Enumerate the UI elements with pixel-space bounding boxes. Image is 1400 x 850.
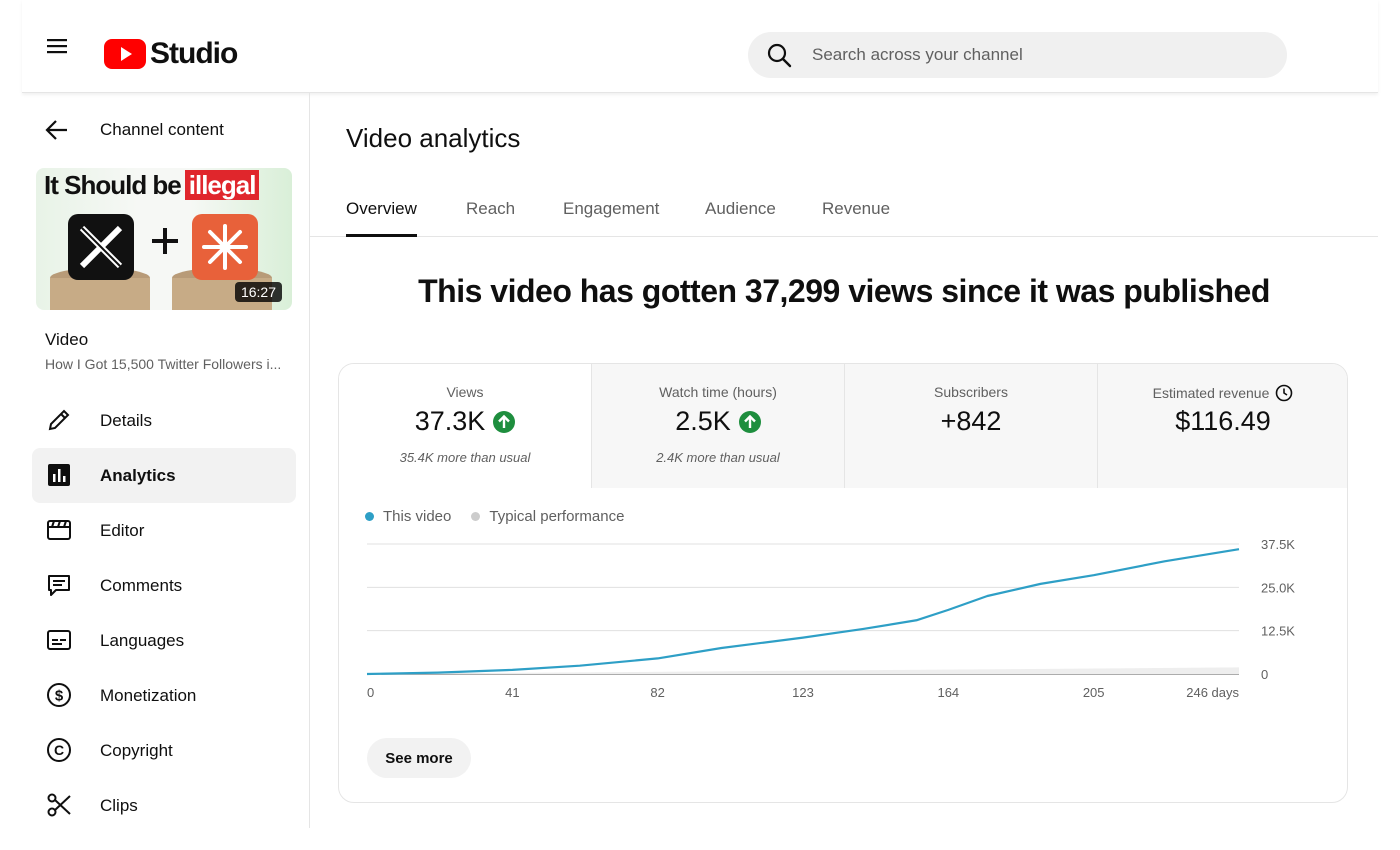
video-title: How I Got 15,500 Twitter Followers i... bbox=[45, 356, 282, 372]
views-line-chart: 37.5K 25.0K 12.5K 0 0 41 82 123 164 205 246 days bbox=[366, 537, 1295, 700]
metric-value: $116.49 bbox=[1175, 406, 1271, 436]
metric-label: Views bbox=[446, 384, 484, 400]
sidebar-item-monetization[interactable]: $ Monetization bbox=[32, 668, 296, 723]
analytics-icon bbox=[48, 464, 70, 486]
x-tick-label: 205 bbox=[1083, 685, 1105, 700]
y-tick-label: 0 bbox=[1261, 667, 1268, 682]
metric-value: +842 bbox=[940, 406, 1002, 436]
back-label: Channel content bbox=[100, 120, 224, 139]
video-thumbnail[interactable]: It Should be illegal 16:27 bbox=[36, 168, 292, 310]
trend-up-icon bbox=[738, 410, 761, 433]
metric-label: Estimated revenue bbox=[1098, 384, 1347, 402]
sidebar-item-languages[interactable]: Languages bbox=[32, 613, 296, 668]
scissors-icon bbox=[47, 793, 71, 817]
studio-logo[interactable]: Studio bbox=[104, 34, 238, 74]
x-tick-label: 246 days bbox=[1186, 685, 1239, 700]
pencil-icon bbox=[48, 409, 70, 431]
search-input[interactable] bbox=[812, 32, 1272, 78]
this-video-line bbox=[366, 548, 1240, 676]
main-content: Video analytics Overview Reach Engagemen… bbox=[310, 93, 1378, 850]
metric-watch-time[interactable]: Watch time (hours) 2.5K 2.4K more than u… bbox=[592, 364, 845, 488]
clock-icon bbox=[1276, 384, 1293, 402]
dollar-icon: $ bbox=[47, 683, 71, 707]
metric-views[interactable]: Views 37.3K 35.4K more than usual bbox=[339, 364, 592, 488]
y-tick-label: 25.0K bbox=[1261, 580, 1295, 595]
sidebar-item-copyright[interactable]: C Copyright bbox=[32, 723, 296, 778]
video-section-label: Video bbox=[45, 330, 89, 349]
legend-typical: Typical performance bbox=[471, 508, 624, 525]
tab-audience[interactable]: Audience bbox=[705, 199, 776, 237]
sidebar-item-label: Clips bbox=[100, 796, 138, 815]
page-title: Video analytics bbox=[346, 123, 521, 153]
search-bar[interactable] bbox=[748, 32, 1287, 78]
metric-label: Subscribers bbox=[934, 384, 1008, 400]
sidebar-item-label: Copyright bbox=[100, 741, 173, 760]
metric-label: Watch time (hours) bbox=[659, 384, 777, 400]
subtitles-icon bbox=[47, 630, 71, 650]
sidebar-item-details[interactable]: Details bbox=[32, 393, 296, 448]
metric-comparison: 35.4K more than usual bbox=[399, 450, 531, 465]
thumbnail-title: It Should be illegal bbox=[44, 170, 260, 201]
analytics-tabs: Overview Reach Engagement Audience Reven… bbox=[310, 181, 1378, 237]
editor-icon bbox=[47, 520, 71, 540]
sidebar: Channel content It Should be illegal 16:2… bbox=[22, 93, 310, 828]
video-duration: 16:27 bbox=[234, 282, 282, 302]
x-tick-label: 164 bbox=[937, 685, 959, 700]
metric-value: 37.3K bbox=[414, 406, 486, 436]
search-icon[interactable] bbox=[766, 42, 792, 68]
youtube-logo-icon bbox=[104, 39, 146, 69]
svg-text:$: $ bbox=[55, 688, 64, 705]
metric-revenue[interactable]: Estimated revenue $116.49 bbox=[1098, 364, 1347, 488]
comments-icon bbox=[48, 575, 70, 596]
sidebar-item-label: Editor bbox=[100, 521, 145, 540]
overview-card: Views 37.3K 35.4K more than usual Watch … bbox=[338, 363, 1348, 803]
metric-value: 2.5K bbox=[675, 406, 731, 436]
x-tick-label: 41 bbox=[505, 685, 519, 700]
sidebar-item-editor[interactable]: Editor bbox=[32, 503, 296, 558]
sidebar-item-label: Analytics bbox=[100, 466, 176, 485]
sidebar-item-comments[interactable]: Comments bbox=[32, 558, 296, 613]
trend-up-icon bbox=[493, 410, 516, 433]
copyright-icon: C bbox=[47, 738, 71, 762]
sidebar-item-clips[interactable]: Clips bbox=[32, 778, 296, 833]
tab-revenue[interactable]: Revenue bbox=[822, 199, 890, 237]
sidebar-item-label: Languages bbox=[100, 631, 185, 650]
svg-text:C: C bbox=[54, 742, 64, 758]
tab-reach[interactable]: Reach bbox=[466, 199, 515, 237]
chart-legend: This video Typical performance bbox=[365, 508, 644, 525]
arrow-back-icon[interactable] bbox=[44, 117, 70, 143]
x-tick-label: 123 bbox=[792, 685, 814, 700]
sidebar-item-label: Monetization bbox=[100, 686, 197, 705]
x-tick-label: 82 bbox=[650, 685, 664, 700]
sidebar-nav: Details Analytics Editor Comments Langua… bbox=[32, 393, 296, 833]
back-to-channel-content[interactable]: Channel content bbox=[22, 111, 310, 147]
menu-icon[interactable] bbox=[46, 36, 76, 60]
metric-subscribers[interactable]: Subscribers +842 bbox=[845, 364, 1098, 488]
x-tick-label: 0 bbox=[367, 685, 374, 700]
sidebar-item-label: Details bbox=[100, 411, 152, 430]
views-headline: This video has gotten 37,299 views since… bbox=[418, 273, 1270, 309]
tab-overview[interactable]: Overview bbox=[346, 199, 417, 237]
logo-text: Studio bbox=[150, 37, 238, 70]
tab-engagement[interactable]: Engagement bbox=[563, 199, 659, 237]
legend-this-video: This video bbox=[365, 508, 451, 525]
sidebar-item-analytics[interactable]: Analytics bbox=[32, 448, 296, 503]
top-header: Studio bbox=[22, 0, 1378, 93]
y-tick-label: 12.5K bbox=[1261, 624, 1295, 639]
see-more-button[interactable]: See more bbox=[367, 738, 471, 778]
y-tick-label: 37.5K bbox=[1261, 537, 1295, 552]
sidebar-item-label: Comments bbox=[100, 576, 183, 595]
metric-comparison: 2.4K more than usual bbox=[656, 450, 780, 465]
